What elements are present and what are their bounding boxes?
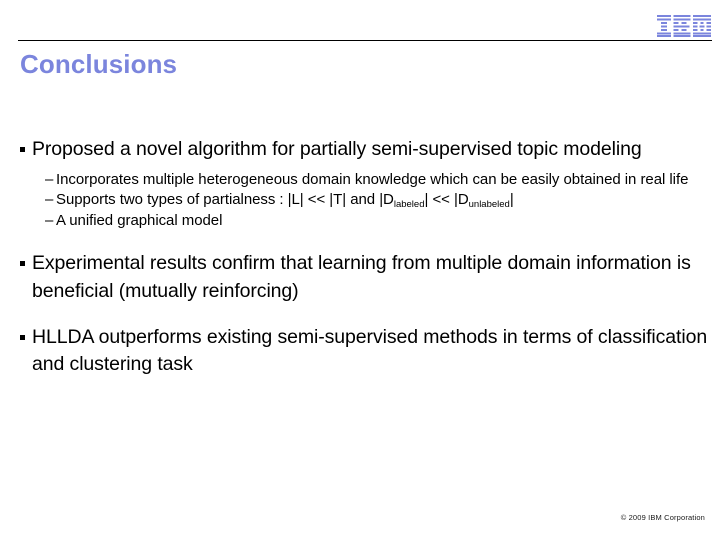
slide-body: Proposed a novel algorithm for partially… bbox=[0, 136, 720, 379]
dash-bullet-icon: – bbox=[45, 191, 54, 209]
bullet-level2-2: – Supports two types of partialness : |L… bbox=[0, 190, 720, 211]
bullet-text: Proposed a novel algorithm for partially… bbox=[32, 138, 642, 160]
square-bullet-icon bbox=[20, 136, 25, 164]
bullet-level1-3: HLLDA outperforms existing semi-supervis… bbox=[0, 324, 720, 379]
dash-bullet-icon: – bbox=[45, 211, 54, 229]
sub-bullet-group: – Incorporates multiple heterogeneous do… bbox=[0, 170, 720, 232]
copyright-footer: © 2009 IBM Corporation bbox=[620, 513, 705, 522]
bullet-level2-3: – A unified graphical model bbox=[0, 211, 720, 232]
page-title: Conclusions bbox=[20, 49, 178, 79]
bullet-level1-1: Proposed a novel algorithm for partially… bbox=[0, 136, 720, 164]
bullet-text: Experimental results confirm that learni… bbox=[32, 252, 691, 303]
dash-bullet-icon: – bbox=[45, 170, 54, 188]
ibm-logo bbox=[657, 15, 711, 37]
slide: Conclusions Proposed a novel algorithm f… bbox=[0, 0, 720, 540]
bullet-text: HLLDA outperforms existing semi-supervis… bbox=[32, 325, 708, 376]
square-bullet-icon bbox=[20, 250, 25, 278]
subscript: unlabeled bbox=[468, 199, 510, 211]
subscript: labeled bbox=[393, 199, 425, 211]
bullet-text: A unified graphical model bbox=[56, 211, 223, 229]
bullet-text-rich: Supports two types of partialness : |L| … bbox=[56, 191, 514, 211]
bullet-level1-2: Experimental results confirm that learni… bbox=[0, 250, 720, 305]
header-divider bbox=[18, 40, 712, 41]
bullet-text: Incorporates multiple heterogeneous doma… bbox=[56, 170, 689, 188]
square-bullet-icon bbox=[20, 324, 25, 352]
bullet-level2-1: – Incorporates multiple heterogeneous do… bbox=[0, 170, 720, 191]
